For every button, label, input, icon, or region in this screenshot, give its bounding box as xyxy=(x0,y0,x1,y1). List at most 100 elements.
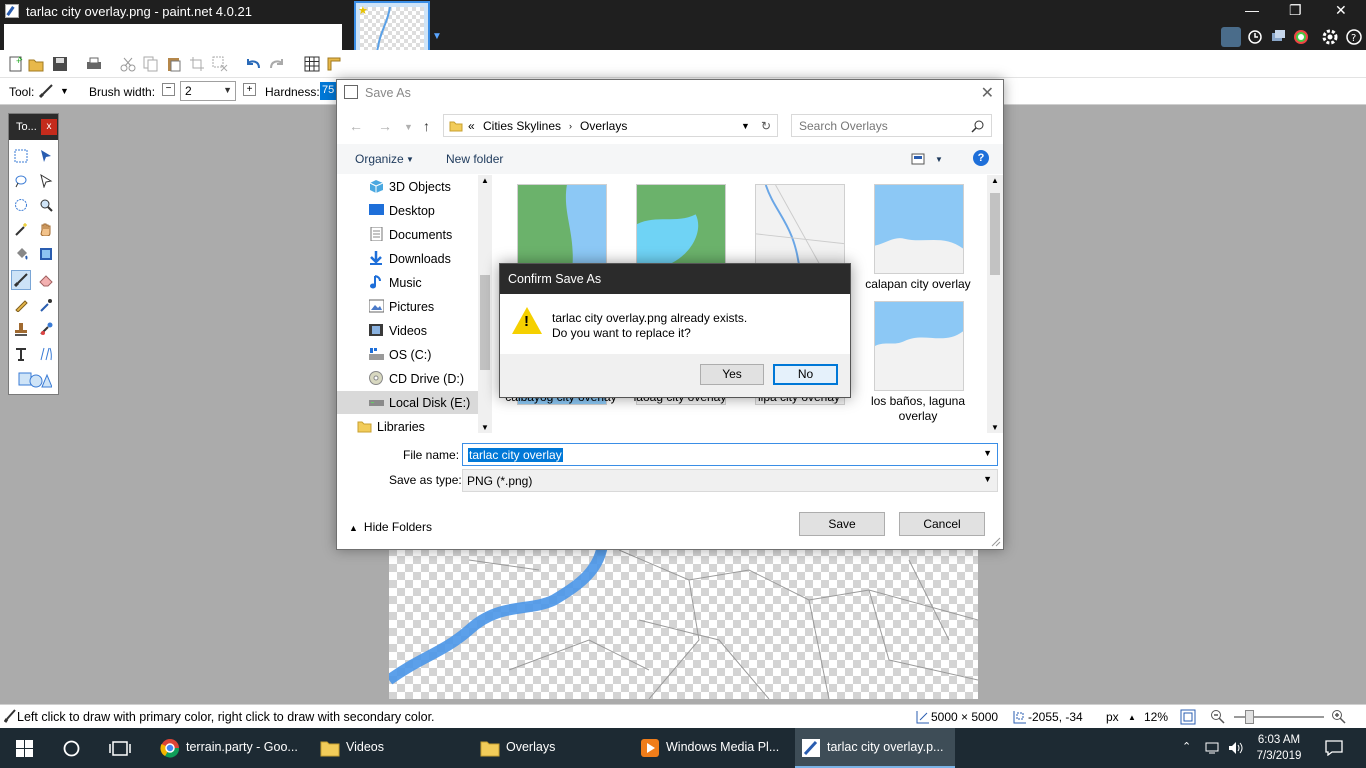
zoom-to-window-icon[interactable] xyxy=(1180,709,1196,725)
help-icon[interactable]: ? xyxy=(973,150,989,166)
file-list-scrollbar[interactable]: ▲ ▼ xyxy=(987,175,1003,433)
color-picker-icon[interactable] xyxy=(36,295,56,315)
magic-wand-icon[interactable] xyxy=(11,219,31,239)
tools-window-header[interactable]: To... x xyxy=(9,114,58,140)
tray-chevron-icon[interactable]: ⌃ xyxy=(1182,740,1191,753)
tool-dropdown-icon[interactable]: ▼ xyxy=(60,86,69,96)
eraser-icon[interactable] xyxy=(36,270,56,290)
shapes-icon[interactable] xyxy=(17,370,53,390)
resize-grip-icon[interactable] xyxy=(991,537,1001,547)
close-icon[interactable]: ✕ xyxy=(1335,2,1347,19)
nav-item-local-disk-e[interactable]: Local Disk (E:) xyxy=(337,391,479,414)
nav-scrollbar[interactable]: ▲ ▼ xyxy=(478,175,492,433)
tools-close-button[interactable]: x xyxy=(41,119,57,135)
refresh-icon[interactable]: ↻ xyxy=(761,119,771,133)
breadcrumb-separator-icon[interactable]: › xyxy=(569,121,572,131)
nav-item-libraries[interactable]: Libraries xyxy=(337,415,479,433)
view-dropdown-icon[interactable]: ▼ xyxy=(935,155,943,164)
hardness-value[interactable]: 75 xyxy=(320,82,337,100)
close-icon[interactable]: ✕ xyxy=(981,83,994,103)
nav-item-3d-objects[interactable]: 3D Objects xyxy=(337,175,479,198)
print-icon[interactable] xyxy=(86,56,102,72)
confirm-titlebar[interactable]: Confirm Save As xyxy=(500,264,850,294)
history-icon[interactable] xyxy=(1245,27,1265,47)
nav-scroll-thumb[interactable] xyxy=(480,275,490,370)
tools-toggle-icon[interactable] xyxy=(1221,27,1241,47)
pencil-icon[interactable] xyxy=(11,295,31,315)
copy-icon[interactable] xyxy=(143,56,159,72)
paintbrush-tool-icon[interactable] xyxy=(11,270,31,290)
zoom-in-icon[interactable] xyxy=(1331,709,1347,725)
address-dropdown-icon[interactable]: ▼ xyxy=(741,121,750,131)
recolor-icon[interactable] xyxy=(36,319,56,339)
clock[interactable]: 6:03 AM 7/3/2019 xyxy=(1254,732,1304,764)
notifications-icon[interactable] xyxy=(1325,740,1343,756)
task-videos-folder[interactable]: Videos xyxy=(320,728,470,768)
nav-item-downloads[interactable]: Downloads xyxy=(337,247,479,270)
menu-adjustments[interactable]: Adjustments xyxy=(216,30,285,44)
hide-folders-button[interactable]: ▲ Hide Folders xyxy=(349,520,432,534)
organize-dropdown-icon[interactable]: ▼ xyxy=(406,155,414,164)
task-media-player[interactable]: Windows Media Pl... xyxy=(640,728,790,768)
increase-width-icon[interactable]: + xyxy=(243,83,256,96)
menu-edit[interactable]: Edit xyxy=(45,30,67,44)
no-button[interactable]: No xyxy=(773,364,838,385)
text-tool-icon[interactable] xyxy=(11,344,31,364)
settings-gear-icon[interactable] xyxy=(1320,27,1340,47)
gradient-icon[interactable] xyxy=(36,244,56,264)
file-scroll-thumb[interactable] xyxy=(990,193,1000,275)
restore-icon[interactable]: ❐ xyxy=(1289,2,1302,19)
ellipse-select-icon[interactable] xyxy=(11,195,31,215)
forward-arrow-icon[interactable]: → xyxy=(378,118,392,134)
task-paintnet[interactable]: tarlac city overlay.p... xyxy=(795,728,955,768)
pan-hand-icon[interactable] xyxy=(36,219,56,239)
help-icon[interactable]: ? xyxy=(1344,27,1364,47)
rectangle-select-icon[interactable] xyxy=(11,146,31,166)
undo-icon[interactable] xyxy=(245,56,261,72)
cut-icon[interactable] xyxy=(120,56,136,72)
organize-button[interactable]: Organize xyxy=(355,152,404,166)
tabs-dropdown-icon[interactable]: ▼ xyxy=(432,31,442,42)
nav-item-os-c[interactable]: OS (C:) xyxy=(337,343,479,366)
file-name-input[interactable]: tarlac city overlay ▼ xyxy=(462,443,998,466)
breadcrumb-cities-skylines[interactable]: Cities Skylines xyxy=(483,119,561,133)
view-options-icon[interactable] xyxy=(911,153,925,165)
menu-image[interactable]: Image xyxy=(120,30,155,44)
save-icon[interactable] xyxy=(52,56,68,72)
back-arrow-icon[interactable]: ← xyxy=(349,118,363,134)
scroll-up-icon[interactable]: ▲ xyxy=(991,176,999,185)
save-as-titlebar[interactable]: Save As ✕ xyxy=(337,80,1003,106)
windows-start-icon[interactable] xyxy=(16,740,33,757)
volume-icon[interactable] xyxy=(1228,741,1244,755)
cancel-button[interactable]: Cancel xyxy=(899,512,985,536)
nav-item-desktop[interactable]: Desktop xyxy=(337,199,479,222)
new-folder-button[interactable]: New folder xyxy=(446,152,503,166)
units-dropdown-icon[interactable]: ▲ xyxy=(1128,713,1136,722)
image-canvas[interactable] xyxy=(385,539,979,700)
paint-bucket-icon[interactable] xyxy=(11,244,31,264)
scroll-down-icon[interactable]: ▼ xyxy=(481,423,489,432)
redo-icon[interactable] xyxy=(269,56,285,72)
minimize-icon[interactable]: — xyxy=(1245,2,1259,18)
nav-item-videos[interactable]: Videos xyxy=(337,319,479,342)
zoom-level[interactable]: 12% xyxy=(1144,710,1168,724)
menu-layers[interactable]: Layers xyxy=(168,30,206,44)
crop-icon[interactable] xyxy=(189,56,205,72)
save-type-select[interactable]: PNG (*.png) ▼ xyxy=(462,469,998,492)
address-bar[interactable]: « Cities Skylines › Overlays ▼ ↻ xyxy=(443,114,778,137)
units-selector[interactable]: px xyxy=(1106,710,1119,724)
menu-view[interactable]: View xyxy=(80,30,107,44)
save-button[interactable]: Save xyxy=(799,512,885,536)
new-image-icon[interactable]: + xyxy=(8,56,24,72)
up-arrow-icon[interactable]: ↑ xyxy=(423,118,430,134)
brush-width-combo[interactable]: 2 ▼ xyxy=(180,81,236,101)
clone-stamp-icon[interactable] xyxy=(11,319,31,339)
task-overlays-folder[interactable]: Overlays xyxy=(480,728,630,768)
breadcrumb-overlays[interactable]: Overlays xyxy=(580,119,627,133)
search-input[interactable]: Search Overlays xyxy=(791,114,992,137)
menu-file[interactable]: File xyxy=(12,30,32,44)
network-icon[interactable] xyxy=(1205,741,1221,755)
recent-locations-icon[interactable]: ▼ xyxy=(404,122,413,132)
task-chrome[interactable]: terrain.party - Goo... xyxy=(160,728,310,768)
search-circle-icon[interactable] xyxy=(63,740,80,757)
